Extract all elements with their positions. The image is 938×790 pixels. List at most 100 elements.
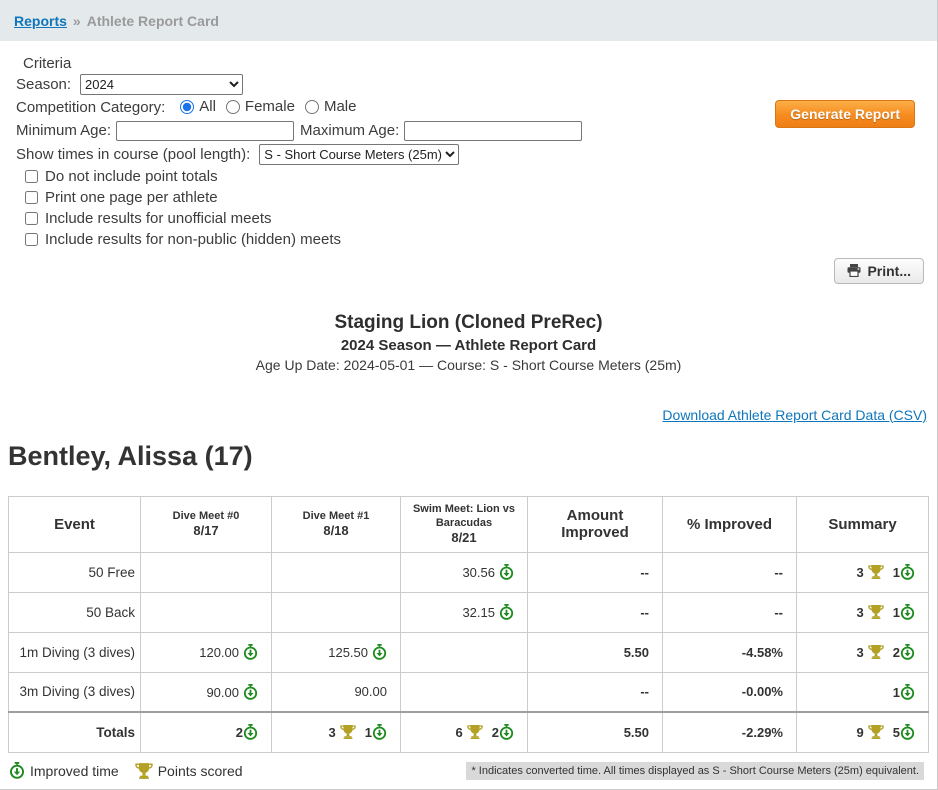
- maximum-age-label: Maximum Age:: [300, 122, 399, 139]
- cell-event: 50 Free: [9, 552, 141, 592]
- cell-event: 1m Diving (3 dives): [9, 632, 141, 672]
- cell-value: [272, 552, 401, 592]
- radio-input-male[interactable]: [305, 100, 319, 114]
- breadcrumb-reports-link[interactable]: Reports: [14, 13, 67, 29]
- table-row: 1m Diving (3 dives)120.00 125.50 5.50-4.…: [9, 632, 929, 672]
- criteria-panel: Criteria Season: 2024 Competition Catego…: [0, 41, 937, 248]
- checkbox-option-0[interactable]: Do not include point totals: [25, 168, 937, 185]
- cell-value: 1: [797, 672, 929, 712]
- download-csv-link[interactable]: Download Athlete Report Card Data (CSV): [662, 407, 927, 423]
- cell-value: 5.50: [528, 632, 663, 672]
- improved-time-icon: [243, 684, 258, 700]
- radio-option-male[interactable]: Male: [305, 98, 357, 115]
- season-line: 2024 Season — Athlete Report Card: [0, 337, 937, 354]
- cell-value: --: [528, 672, 663, 712]
- legend-improved-label: Improved time: [30, 763, 119, 779]
- trophy-icon: [135, 762, 153, 780]
- print-button[interactable]: Print...: [834, 258, 924, 284]
- cell-value: -2.29%: [663, 712, 797, 752]
- table-row: 3m Diving (3 dives)90.00 90.00---0.00%1: [9, 672, 929, 712]
- cell-value: [141, 552, 272, 592]
- trophy-icon: [340, 724, 356, 740]
- season-select[interactable]: 2024: [80, 74, 243, 95]
- print-button-label: Print...: [867, 263, 911, 279]
- improved-time-icon: [900, 724, 915, 740]
- breadcrumb: Reports » Athlete Report Card: [0, 0, 937, 41]
- minimum-age-input[interactable]: [116, 121, 294, 141]
- improved-time-icon: [499, 604, 514, 620]
- improved-time-icon: [372, 724, 387, 740]
- legend-improved: Improved time: [9, 762, 119, 779]
- table-row: 50 Free30.56 ----3 1: [9, 552, 929, 592]
- trophy-icon: [467, 724, 483, 740]
- checkbox-input-1[interactable]: [25, 191, 38, 204]
- radio-input-all[interactable]: [180, 100, 194, 114]
- cell-value: 9 5: [797, 712, 929, 752]
- trophy-icon: [868, 644, 884, 660]
- legend-points-label: Points scored: [158, 763, 243, 779]
- cell-value: --: [528, 592, 663, 632]
- breadcrumb-separator: »: [73, 13, 81, 29]
- legend: Improved time Points scored: [9, 762, 243, 780]
- competition-category-label: Competition Category:: [16, 99, 165, 116]
- checkbox-input-0[interactable]: [25, 170, 38, 183]
- cell-value: 32.15: [401, 592, 528, 632]
- cell-value: 90.00: [141, 672, 272, 712]
- converted-time-note: * Indicates converted time. All times di…: [466, 762, 924, 780]
- maximum-age-input[interactable]: [404, 121, 582, 141]
- checkbox-option-1[interactable]: Print one page per athlete: [25, 189, 937, 206]
- improved-time-icon: [9, 762, 25, 779]
- improved-time-icon: [900, 564, 915, 580]
- cell-value: 3 1: [797, 592, 929, 632]
- checkbox-input-2[interactable]: [25, 212, 38, 225]
- improved-time-icon: [243, 724, 258, 740]
- cell-event: Totals: [9, 712, 141, 752]
- cell-value: 5.50: [528, 712, 663, 752]
- table-header: EventDive Meet #08/17Dive Meet #18/18Swi…: [9, 496, 929, 552]
- report-footer: Improved time Points scored * Indicates …: [9, 762, 924, 780]
- report-card-table: EventDive Meet #08/17Dive Meet #18/18Swi…: [8, 496, 929, 753]
- checkbox-option-3[interactable]: Include results for non-public (hidden) …: [25, 231, 937, 248]
- improved-time-icon: [499, 724, 514, 740]
- cell-value: 3 2: [797, 632, 929, 672]
- cell-value: 120.00: [141, 632, 272, 672]
- radio-option-all[interactable]: All: [180, 98, 216, 115]
- checkbox-option-2[interactable]: Include results for unofficial meets: [25, 210, 937, 227]
- cell-value: 2: [141, 712, 272, 752]
- radio-input-female[interactable]: [226, 100, 240, 114]
- column-header: Dive Meet #08/17: [141, 496, 272, 552]
- team-name: Staging Lion (Cloned PreRec): [0, 312, 937, 334]
- athlete-report-card-page: { "breadcrumb": { "link": "Reports", "se…: [0, 0, 938, 790]
- print-row: Print...: [0, 258, 924, 284]
- cell-value: --: [663, 552, 797, 592]
- improved-time-icon: [900, 604, 915, 620]
- generate-report-button[interactable]: Generate Report: [775, 100, 915, 128]
- improved-time-icon: [372, 644, 387, 660]
- minimum-age-label: Minimum Age:: [16, 122, 111, 139]
- printer-icon: [847, 264, 861, 277]
- criteria-checkboxes: Do not include point totals Print one pag…: [16, 168, 937, 248]
- cell-value: --: [528, 552, 663, 592]
- breadcrumb-current: Athlete Report Card: [87, 13, 219, 29]
- course-select[interactable]: S - Short Course Meters (25m): [259, 144, 459, 165]
- checkbox-label-1: Print one page per athlete: [45, 189, 218, 206]
- improved-time-icon: [900, 684, 915, 700]
- cell-value: --: [663, 592, 797, 632]
- improved-time-icon: [243, 644, 258, 660]
- checkbox-label-3: Include results for non-public (hidden) …: [45, 231, 341, 248]
- table-row: 50 Back32.15 ----3 1: [9, 592, 929, 632]
- column-header: Swim Meet: Lion vs Baracudas8/21: [401, 496, 528, 552]
- cell-value: 30.56: [401, 552, 528, 592]
- radio-option-female[interactable]: Female: [226, 98, 295, 115]
- column-header: Dive Meet #18/18: [272, 496, 401, 552]
- cell-value: 90.00: [272, 672, 401, 712]
- improved-time-icon: [900, 644, 915, 660]
- cell-event: 50 Back: [9, 592, 141, 632]
- trophy-icon: [868, 604, 884, 620]
- cell-value: 6 2: [401, 712, 528, 752]
- course-label: Show times in course (pool length):: [16, 146, 250, 163]
- checkbox-input-3[interactable]: [25, 233, 38, 246]
- trophy-icon: [868, 724, 884, 740]
- csv-row: Download Athlete Report Card Data (CSV): [0, 407, 927, 425]
- checkbox-label-2: Include results for unofficial meets: [45, 210, 272, 227]
